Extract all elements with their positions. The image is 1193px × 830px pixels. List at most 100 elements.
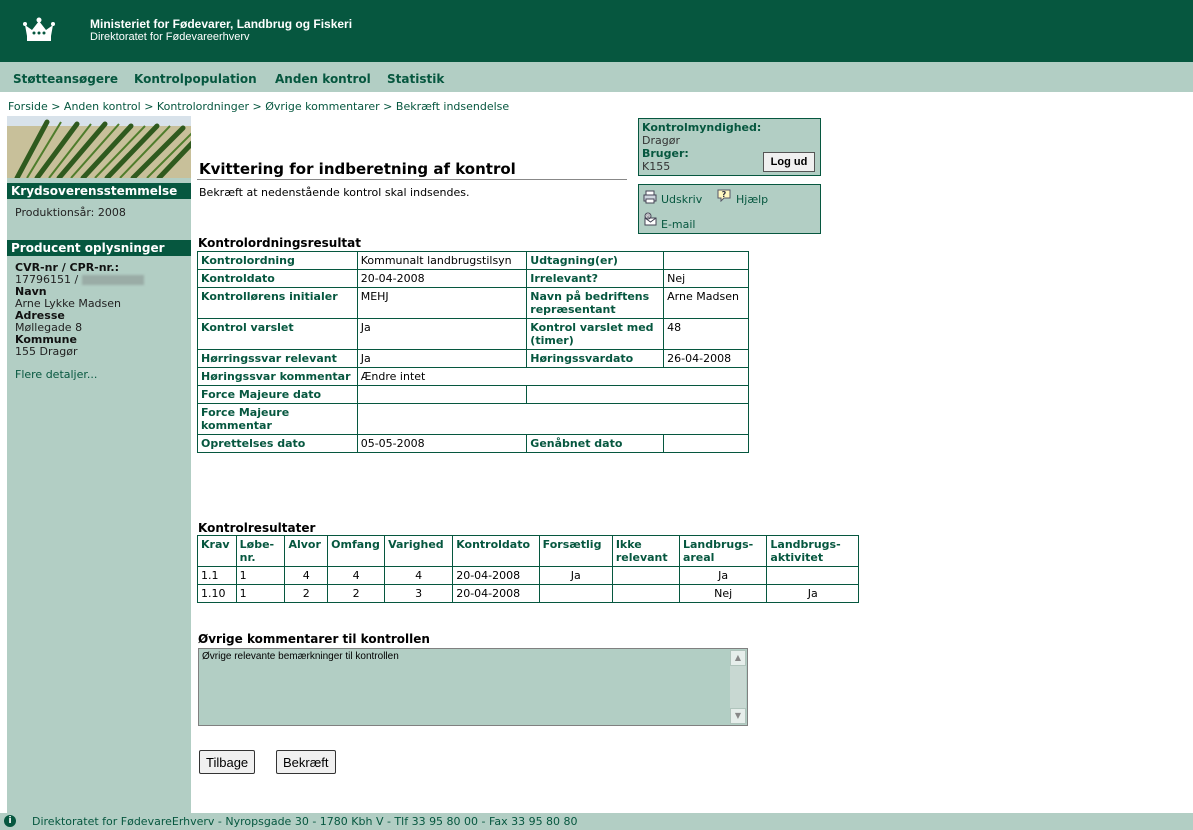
- table-cell: 1.10: [197, 584, 237, 603]
- cell-value: 26-04-2008: [663, 349, 749, 368]
- cell-label: Force Majeure kommentar: [197, 403, 358, 435]
- cell-label: Udtagning(er): [526, 251, 665, 270]
- tools-box: Udskriv ? Hjælp @ E-mail: [638, 184, 821, 234]
- authority-label: Kontrolmyndighed:: [642, 121, 762, 134]
- cell-label: Høringssvardato: [526, 349, 665, 368]
- printer-icon[interactable]: [643, 190, 657, 204]
- cell-value: Arne Madsen: [663, 287, 749, 319]
- cell-value: Ja: [356, 349, 528, 368]
- main-nav: Støtteansøgere Kontrolpopulation Anden k…: [0, 62, 1193, 92]
- field-photo: [7, 116, 191, 178]
- back-button[interactable]: Tilbage: [199, 750, 256, 774]
- header-banner: Ministeriet for Fødevarer, Landbrug og F…: [0, 0, 1193, 62]
- cell-value: Ja: [356, 318, 528, 350]
- control-results-table: Krav Løbe-nr. Alvor Omfang Varighed Kont…: [197, 535, 859, 603]
- help-icon[interactable]: ?: [717, 188, 731, 202]
- cell-label: Høringssvar kommentar: [197, 367, 358, 386]
- comments-scrollbar[interactable]: ▲ ▼: [730, 650, 746, 724]
- table-cell: [611, 584, 680, 603]
- breadcrumb[interactable]: Forside > Anden kontrol > Kontrolordning…: [8, 100, 509, 113]
- column-header: Forsætlig: [538, 535, 613, 567]
- nav-anden-kontrol[interactable]: Anden kontrol: [275, 72, 371, 86]
- user-value: K155: [642, 160, 671, 173]
- cell-value: [356, 385, 528, 404]
- authority-value: Dragør: [642, 134, 680, 147]
- table-row: 1.1 1 4 4 4 20-04-2008 Ja Ja: [197, 566, 859, 585]
- table-cell: 20-04-2008: [452, 566, 540, 585]
- footer: i Direktoratet for FødevareErhverv - Nyr…: [0, 813, 1193, 830]
- scroll-up-icon[interactable]: ▲: [730, 650, 746, 666]
- help-link[interactable]: Hjælp: [736, 193, 768, 206]
- comments-title: Øvrige kommentarer til kontrollen: [198, 632, 430, 646]
- column-header: Alvor: [284, 535, 329, 567]
- email-icon[interactable]: @: [643, 212, 657, 226]
- svg-text:@: @: [646, 214, 651, 220]
- column-header: Ikke relevant: [611, 535, 680, 567]
- cell-value: [663, 434, 749, 453]
- cell-value: Nej: [663, 269, 749, 288]
- more-details-link[interactable]: Flere detaljer...: [15, 368, 97, 381]
- email-link[interactable]: E-mail: [661, 218, 696, 231]
- table-row: 1.10 1 2 2 3 20-04-2008 Nej Ja: [197, 584, 859, 603]
- table-cell: Ja: [678, 566, 768, 585]
- control-scheme-title: Kontrolordningsresultat: [198, 236, 361, 250]
- cell-label: Hørringssvar relevant: [197, 349, 358, 368]
- table-cell: Ja: [538, 566, 613, 585]
- table-cell: 4: [327, 566, 386, 585]
- control-scheme-table: Kontrolordning Kommunalt landbrugstilsyn…: [197, 251, 750, 453]
- nav-stoetteansoegere[interactable]: Støtteansøgere: [13, 72, 118, 86]
- svg-text:?: ?: [722, 190, 727, 199]
- table-row: Hørringssvar relevant Ja Høringssvardato…: [197, 349, 749, 368]
- production-year: Produktionsår: 2008: [15, 206, 126, 219]
- municipality-value: 155 Dragør: [15, 345, 78, 358]
- table-cell: Ja: [766, 584, 859, 603]
- table-cell: Nej: [678, 584, 768, 603]
- cell-value: [356, 403, 750, 435]
- table-row: Kontrol varslet Ja Kontrol varslet med (…: [197, 318, 749, 350]
- cell-value: [663, 251, 749, 270]
- sidebar-section-cross-compliance: Krydsoverensstemmelse: [7, 183, 191, 199]
- logout-button[interactable]: Log ud: [763, 152, 815, 172]
- print-link[interactable]: Udskriv: [661, 193, 702, 206]
- cell-label: Kontroldato: [197, 269, 358, 288]
- cell-label: Kontrol varslet med (timer): [526, 318, 665, 350]
- ministry-title: Ministeriet for Fødevarer, Landbrug og F…: [90, 17, 353, 31]
- comments-textarea[interactable]: Øvrige relevante bemærkninger til kontro…: [199, 649, 729, 725]
- cell-label: Force Majeure dato: [197, 385, 358, 404]
- cell-value: [526, 385, 749, 404]
- column-header: Landbrugs-aktivitet: [766, 535, 859, 567]
- table-row: Force Majeure dato: [197, 385, 749, 404]
- cell-label: Navn på bedriftens repræsentant: [526, 287, 665, 319]
- table-row: Kontrollørens initialer MEHJ Navn på bed…: [197, 287, 749, 319]
- table-cell: 3: [384, 584, 454, 603]
- table-row: Oprettelses dato 05-05-2008 Genåbnet dat…: [197, 434, 749, 453]
- table-cell: 1: [235, 566, 286, 585]
- table-cell: 20-04-2008: [452, 584, 540, 603]
- cell-label: Kontrolordning: [197, 251, 358, 270]
- column-header: Varighed: [384, 535, 454, 567]
- table-header-row: Krav Løbe-nr. Alvor Omfang Varighed Kont…: [197, 535, 859, 567]
- cell-label: Kontrol varslet: [197, 318, 358, 350]
- column-header: Krav: [197, 535, 237, 567]
- cell-label: Kontrollørens initialer: [197, 287, 358, 319]
- table-cell: [611, 566, 680, 585]
- cell-value: 05-05-2008: [356, 434, 528, 453]
- table-cell: 2: [284, 584, 329, 603]
- user-label: Bruger:: [642, 147, 689, 160]
- comments-box: Øvrige relevante bemærkninger til kontro…: [198, 648, 748, 726]
- cell-value: 48: [663, 318, 749, 350]
- cell-value: Ændre intet: [356, 367, 750, 386]
- table-row: Kontroldato 20-04-2008 Irrelevant? Nej: [197, 269, 749, 288]
- column-header: Omfang: [327, 535, 386, 567]
- cell-label: Oprettelses dato: [197, 434, 358, 453]
- sidebar-section-producer: Producent oplysninger: [7, 240, 191, 256]
- nav-kontrolpopulation[interactable]: Kontrolpopulation: [134, 72, 257, 86]
- confirm-button[interactable]: Bekræft: [276, 750, 336, 774]
- table-cell: 1: [235, 584, 286, 603]
- redacted-cpr: [81, 275, 144, 285]
- nav-statistik[interactable]: Statistik: [387, 72, 444, 86]
- table-cell: [766, 566, 859, 585]
- scroll-down-icon[interactable]: ▼: [730, 708, 746, 724]
- cell-value: 20-04-2008: [356, 269, 528, 288]
- column-header: Landbrugs-areal: [678, 535, 768, 567]
